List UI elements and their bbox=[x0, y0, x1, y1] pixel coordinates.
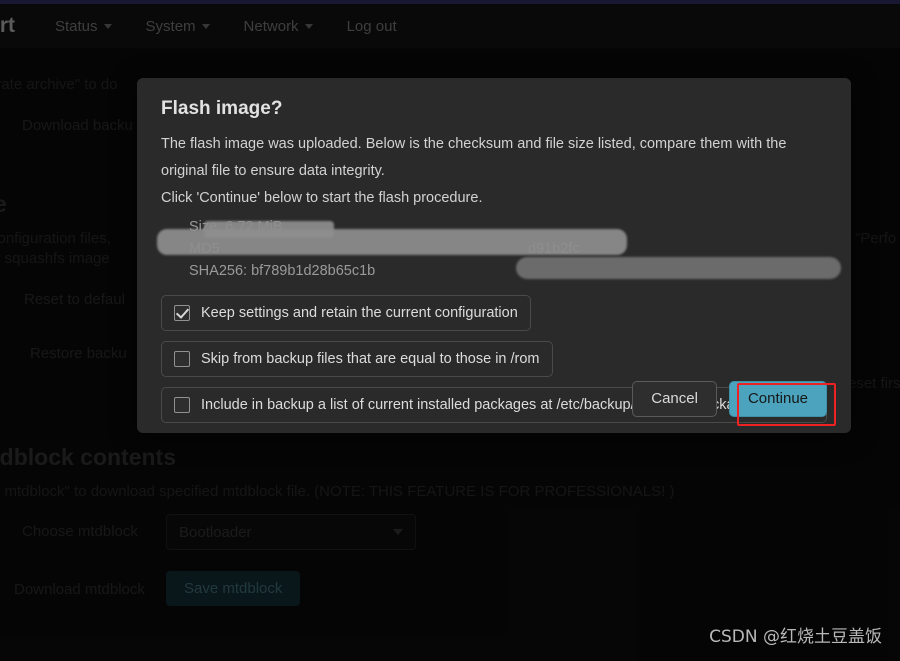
restore-description-line1: configuration files, bbox=[0, 230, 111, 247]
checksum-block: Size: 6.72 MiB MD5 SHA256: bf789b1d28b65… bbox=[157, 219, 841, 281]
checkbox-skip-rom-label: Skip from backup files that are equal to… bbox=[201, 351, 540, 367]
nav-item-logout-label: Log out bbox=[346, 17, 397, 35]
flash-image-dialog: Flash image? The flash image was uploade… bbox=[137, 78, 851, 433]
choose-mtdblock-label: Choose mtdblock bbox=[22, 523, 138, 540]
nav-item-status-label: Status bbox=[55, 17, 98, 35]
checkbox-keep-settings-label: Keep settings and retain the current con… bbox=[201, 305, 518, 321]
redaction-sha256 bbox=[516, 257, 841, 279]
restore-backup-button[interactable]: Restore backu bbox=[30, 345, 127, 362]
mtdblock-contents-heading: tdblock contents bbox=[0, 444, 177, 470]
download-backup-button[interactable]: Download backu bbox=[22, 117, 133, 134]
nav-item-network[interactable]: Network bbox=[244, 18, 313, 35]
nav-item-network-label: Network bbox=[243, 17, 299, 35]
checkbox-row-skip-rom[interactable]: Skip from backup files that are equal to… bbox=[161, 341, 553, 377]
chevron-down-icon bbox=[103, 23, 112, 29]
sha256-text: SHA256: bf789b1d28b65c1b bbox=[189, 263, 376, 279]
dialog-body-line3: Click 'Continue' below to start the flas… bbox=[161, 190, 483, 206]
dialog-body-line2: original file to ensure data integrity. bbox=[161, 163, 385, 179]
redaction-md5 bbox=[157, 229, 627, 255]
checkbox-keep-settings[interactable] bbox=[174, 305, 190, 321]
top-navbar: /rt Status System Network Log out bbox=[0, 4, 900, 48]
checkbox-include-packages[interactable] bbox=[174, 397, 190, 413]
nav-item-logout[interactable]: Log out bbox=[347, 18, 397, 35]
mtdblock-note: e mtdblock" to download specified mtdblo… bbox=[0, 483, 675, 500]
restore-section-heading: e bbox=[0, 191, 7, 217]
continue-button[interactable]: Continue bbox=[728, 381, 827, 417]
nav-item-system-label: System bbox=[145, 17, 196, 35]
chevron-down-icon bbox=[393, 529, 403, 535]
checkbox-skip-rom[interactable] bbox=[174, 351, 190, 367]
restore-description-line2: th squashfs image bbox=[0, 250, 110, 267]
nav-item-system[interactable]: System bbox=[146, 18, 210, 35]
nav-items: Status System Network Log out bbox=[55, 18, 397, 35]
perform-reset-text-right: "Perfo bbox=[855, 230, 897, 247]
backup-archive-description: erate archive" to do bbox=[0, 76, 118, 93]
choose-mtdblock-value: Bootloader bbox=[179, 523, 252, 541]
reset-to-defaults-button[interactable]: Reset to defaul bbox=[24, 291, 125, 308]
choose-mtdblock-select[interactable]: Bootloader bbox=[166, 514, 416, 550]
watermark-text: CSDN @红烧土豆盖饭 bbox=[709, 627, 882, 647]
download-mtdblock-label: Download mtdblock bbox=[14, 581, 145, 598]
save-mtdblock-button[interactable]: Save mtdblock bbox=[166, 571, 301, 606]
nav-item-status[interactable]: Status bbox=[55, 18, 112, 35]
dialog-title: Flash image? bbox=[161, 98, 283, 119]
chevron-down-icon bbox=[304, 23, 313, 29]
reset-first-text-right: eset firs bbox=[848, 375, 900, 392]
chevron-down-icon bbox=[201, 23, 210, 29]
checkbox-row-keep-settings[interactable]: Keep settings and retain the current con… bbox=[161, 295, 531, 331]
cancel-button[interactable]: Cancel bbox=[632, 381, 717, 417]
dialog-body-line1: The flash image was uploaded. Below is t… bbox=[161, 136, 787, 152]
app-root: /rt Status System Network Log out erate … bbox=[0, 0, 900, 661]
brand-logo[interactable]: /rt bbox=[0, 14, 15, 38]
dialog-actions: Cancel Continue bbox=[632, 381, 827, 417]
